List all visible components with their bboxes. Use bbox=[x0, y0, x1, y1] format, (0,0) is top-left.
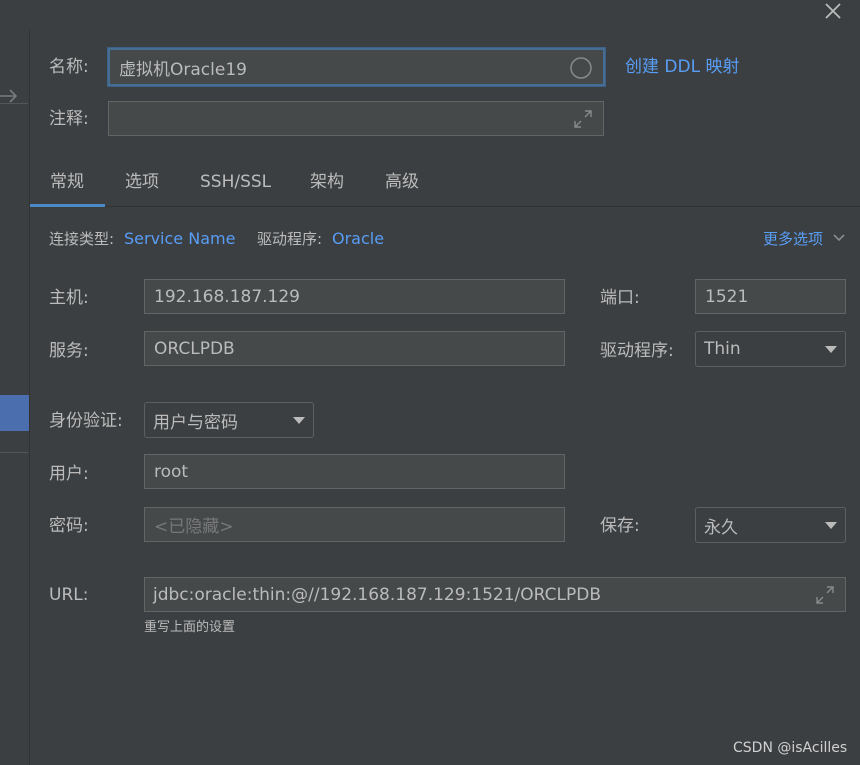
driver-label: 驱动程序: bbox=[600, 341, 674, 361]
driver-type-link[interactable]: Oracle bbox=[332, 228, 384, 250]
name-label: 名称: bbox=[49, 57, 89, 77]
left-selected-item[interactable] bbox=[0, 395, 29, 431]
tabs-divider bbox=[30, 206, 860, 207]
url-input-text: jdbc:oracle:thin:@//192.168.187.129:1521… bbox=[153, 584, 601, 605]
left-divider-2 bbox=[0, 452, 28, 453]
save-label: 保存: bbox=[600, 516, 640, 536]
save-dropdown[interactable]: 永久 bbox=[695, 507, 846, 543]
active-tab-indicator bbox=[30, 204, 105, 207]
left-divider bbox=[0, 103, 28, 104]
connection-type-link[interactable]: Service Name bbox=[124, 228, 235, 250]
tab-schema[interactable]: 架构 bbox=[310, 170, 344, 194]
more-options-link[interactable]: 更多选项 bbox=[763, 228, 823, 250]
chevron-down-icon[interactable] bbox=[832, 230, 846, 250]
expand-icon[interactable] bbox=[815, 585, 835, 610]
port-input[interactable]: 1521 bbox=[695, 279, 846, 314]
name-input[interactable]: 虚拟机Oracle19 bbox=[108, 48, 605, 86]
override-settings-note: 重写上面的设置 bbox=[144, 620, 236, 635]
user-input-text: root bbox=[154, 461, 189, 482]
auth-dropdown[interactable]: 用户与密码 bbox=[144, 402, 314, 438]
comment-label: 注释: bbox=[49, 109, 89, 129]
expand-icon[interactable] bbox=[573, 109, 593, 134]
service-input-text: ORCLPDB bbox=[154, 338, 235, 359]
comment-input[interactable] bbox=[108, 101, 604, 136]
left-arrow-button[interactable] bbox=[0, 88, 20, 104]
watermark: CSDN @isAcilles bbox=[733, 740, 848, 756]
dropdown-caret-icon bbox=[825, 345, 837, 353]
service-input[interactable]: ORCLPDB bbox=[144, 331, 565, 366]
tab-options[interactable]: 选项 bbox=[125, 170, 159, 194]
service-label: 服务: bbox=[49, 341, 89, 361]
user-input[interactable]: root bbox=[144, 454, 565, 489]
close-icon bbox=[825, 3, 841, 19]
host-input-text: 192.168.187.129 bbox=[154, 286, 301, 307]
name-input-text: 虚拟机Oracle19 bbox=[119, 59, 247, 80]
port-input-text: 1521 bbox=[705, 286, 749, 307]
save-dropdown-value: 永久 bbox=[704, 517, 738, 538]
driver-dropdown[interactable]: Thin bbox=[695, 331, 846, 367]
dialog-content bbox=[30, 30, 860, 765]
user-label: 用户: bbox=[49, 464, 89, 484]
arrow-right-icon bbox=[0, 89, 18, 103]
driver-dropdown-value: Thin bbox=[704, 339, 741, 359]
password-placeholder: <已隐藏> bbox=[154, 517, 234, 537]
dropdown-caret-icon bbox=[825, 521, 837, 529]
tab-ssh-ssl[interactable]: SSH/SSL bbox=[200, 170, 271, 194]
url-label: URL: bbox=[49, 585, 89, 605]
create-ddl-mapping-link[interactable]: 创建 DDL 映射 bbox=[625, 56, 739, 78]
left-panel bbox=[0, 30, 30, 765]
password-label: 密码: bbox=[49, 516, 89, 536]
host-label: 主机: bbox=[49, 288, 89, 308]
spinner-circle-icon bbox=[569, 56, 593, 84]
port-label: 端口: bbox=[600, 288, 640, 308]
host-input[interactable]: 192.168.187.129 bbox=[144, 279, 565, 314]
tab-advanced[interactable]: 高级 bbox=[385, 170, 419, 194]
connection-type-label: 连接类型: bbox=[49, 230, 115, 248]
tab-general[interactable]: 常规 bbox=[50, 170, 84, 194]
title-bar bbox=[0, 0, 860, 30]
password-input[interactable]: <已隐藏> bbox=[144, 507, 565, 542]
auth-dropdown-value: 用户与密码 bbox=[153, 412, 238, 433]
driver-type-label: 驱动程序: bbox=[257, 230, 323, 248]
auth-label: 身份验证: bbox=[49, 411, 123, 431]
url-input[interactable]: jdbc:oracle:thin:@//192.168.187.129:1521… bbox=[144, 577, 846, 612]
close-button[interactable] bbox=[820, 0, 846, 24]
dropdown-caret-icon bbox=[293, 416, 305, 424]
more-options-text: 更多选项 bbox=[763, 230, 824, 248]
